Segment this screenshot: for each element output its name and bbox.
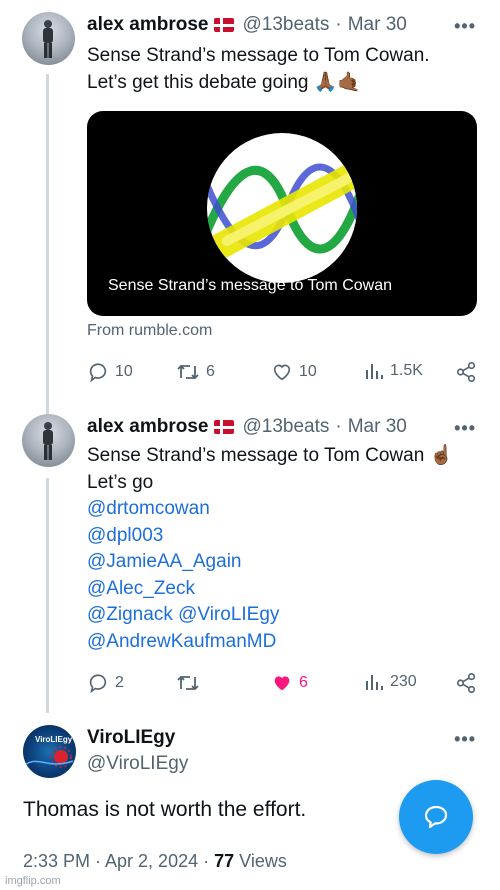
tweet-line: Let’s go <box>87 471 154 493</box>
more-options-icon[interactable]: ••• <box>454 729 476 750</box>
mention-link[interactable]: @JamieAA_Again <box>87 549 453 576</box>
separator: · <box>335 416 342 437</box>
separator: · <box>335 14 342 35</box>
display-name[interactable]: ViroLIEgy <box>87 727 175 749</box>
views-button[interactable]: 1.5K <box>364 361 423 381</box>
main-tweet-text: Thomas is not worth the effort. <box>23 798 307 821</box>
virus-icon <box>24 746 74 768</box>
retweet-icon <box>177 675 199 691</box>
mention-link[interactable]: @AndrewKaufmanMD <box>87 629 453 656</box>
like-button[interactable]: 10 <box>271 361 317 383</box>
reply-icon <box>89 674 107 694</box>
more-options-icon[interactable]: ••• <box>454 418 476 439</box>
reply-count: 2 <box>115 674 124 691</box>
tweet-line: Let’s get this debate going 🙏🏾🤙🏾 <box>87 71 362 93</box>
mention-link[interactable]: @drtomcowan <box>87 496 453 523</box>
mention-link[interactable]: @dpl003 <box>87 523 453 550</box>
timestamp[interactable]: Mar 30 <box>348 416 407 438</box>
denmark-flag-icon <box>214 18 235 32</box>
views-count: 77 <box>214 851 235 871</box>
tweet-time[interactable]: 2:33 PM · Apr 2, 2024 · <box>23 851 214 871</box>
like-button[interactable]: 6 <box>271 672 308 694</box>
retweet-icon <box>177 364 199 380</box>
reply-button[interactable]: 2 <box>87 672 124 694</box>
reply-count: 10 <box>115 363 133 380</box>
like-count: 10 <box>299 363 317 380</box>
heart-filled-icon <box>274 676 290 691</box>
share-icon <box>456 673 476 693</box>
tweet2-text: Sense Strand’s message to Tom Cowan ☝🏾 L… <box>87 443 453 655</box>
display-name[interactable]: alex ambrose <box>87 416 208 438</box>
main-header: ViroLIEgy <box>87 727 175 749</box>
thread-line-2 <box>46 478 49 713</box>
person-figure-icon <box>43 20 53 58</box>
share-icon <box>456 362 476 382</box>
main-handle-row: @ViroLIEgy <box>87 753 188 775</box>
tweet-line: Sense Strand’s message to Tom Cowan ☝🏾 <box>87 445 454 466</box>
display-name[interactable]: alex ambrose <box>87 14 208 36</box>
like-count: 6 <box>299 674 308 691</box>
timestamp[interactable]: Mar 30 <box>348 14 407 36</box>
retweet-count: 6 <box>206 363 215 380</box>
avatar[interactable] <box>22 12 75 65</box>
analytics-icon <box>366 364 383 379</box>
share-button[interactable] <box>455 361 483 383</box>
share-button[interactable] <box>455 672 483 694</box>
avatar[interactable] <box>22 414 75 467</box>
video-card[interactable]: Sense Strand’s message to Tom Cowan <box>87 111 477 316</box>
user-handle[interactable]: @13beats <box>242 416 329 438</box>
view-count: 1.5K <box>390 362 423 379</box>
retweet-button[interactable] <box>176 672 206 694</box>
chat-bubble-icon <box>424 805 448 829</box>
tweet-meta: 2:33 PM · Apr 2, 2024 · 77 Views <box>23 848 287 875</box>
views-button[interactable]: 230 <box>364 672 417 692</box>
tweet1-text: Sense Strand’s message to Tom Cowan. Let… <box>87 43 430 96</box>
compose-reply-button[interactable] <box>399 780 473 854</box>
tweet-line: Sense Strand’s message to Tom Cowan. <box>87 45 430 66</box>
avatar[interactable]: ViroLIEgy <box>23 725 76 778</box>
heart-icon <box>273 364 291 381</box>
more-options-icon[interactable]: ••• <box>454 16 476 37</box>
user-handle[interactable]: @13beats <box>242 14 329 36</box>
analytics-icon <box>366 675 383 690</box>
dna-helix-icon <box>207 160 357 261</box>
mention-link[interactable]: @Zignack @ViroLIEgy <box>87 602 453 629</box>
retweet-button[interactable]: 6 <box>176 361 215 383</box>
dna-thumbnail <box>207 133 357 283</box>
mention-link[interactable]: @Alec_Zeck <box>87 576 453 603</box>
tweet1-header: alex ambrose @13beats · Mar 30 <box>87 14 407 36</box>
reply-button[interactable]: 10 <box>87 361 133 383</box>
tweet2-header: alex ambrose @13beats · Mar 30 <box>87 416 407 438</box>
views-label: Views <box>234 851 287 871</box>
denmark-flag-icon <box>214 420 235 434</box>
video-caption: Sense Strand’s message to Tom Cowan <box>108 277 393 294</box>
person-figure-icon <box>43 422 53 460</box>
user-handle[interactable]: @ViroLIEgy <box>87 753 188 775</box>
reply-icon <box>89 363 107 383</box>
thread-line-1 <box>46 74 49 414</box>
view-count: 230 <box>390 673 417 690</box>
watermark: imgflip.com <box>5 875 61 887</box>
link-source[interactable]: From rumble.com <box>87 322 212 340</box>
